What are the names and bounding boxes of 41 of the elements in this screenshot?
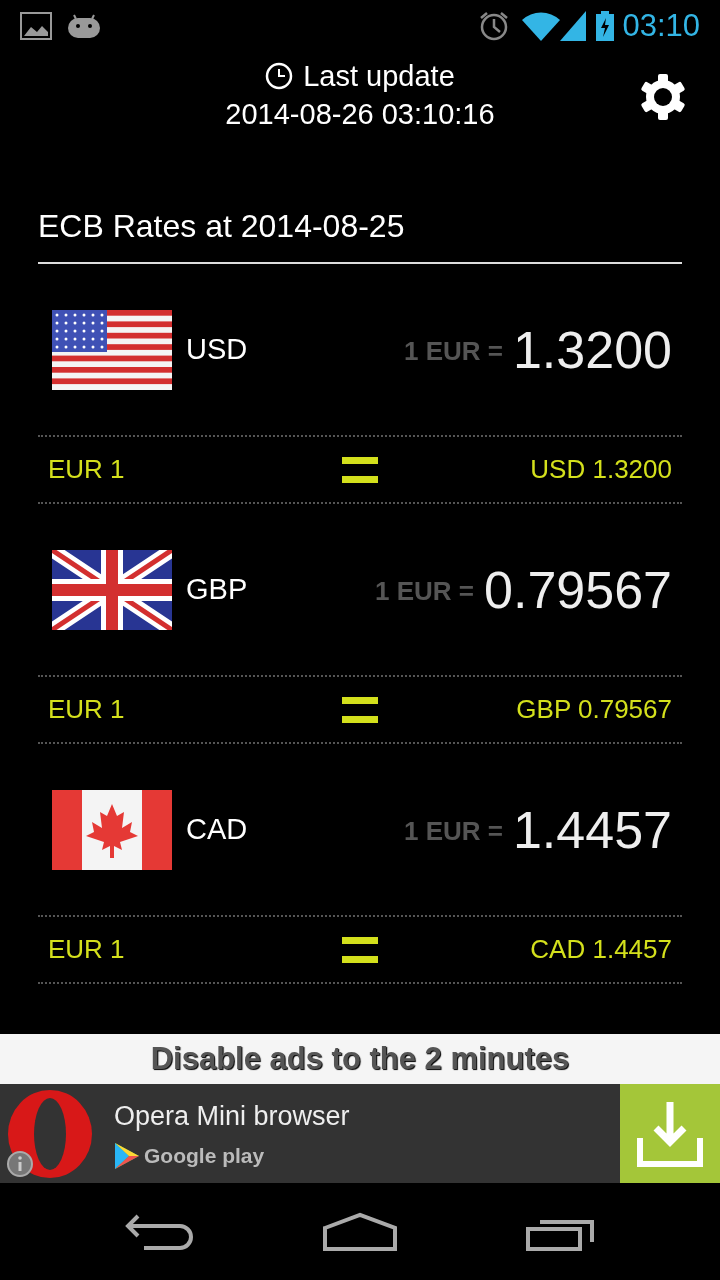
opera-logo-icon — [6, 1087, 94, 1180]
rate-prefix: 1 EUR = — [403, 335, 503, 368]
currency-code: USD — [186, 331, 248, 367]
equals-icon — [342, 456, 378, 483]
battery-charging-icon — [596, 11, 615, 41]
rate-prefix: 1 EUR = — [375, 575, 475, 608]
last-update-timestamp: 2014-08-26 03:10:16 — [225, 97, 495, 132]
play-store-icon — [114, 1141, 140, 1170]
currency-code: CAD — [186, 811, 248, 847]
home-icon[interactable] — [323, 1211, 397, 1252]
android-icon — [66, 12, 102, 40]
rate-prefix: 1 EUR = — [403, 815, 503, 848]
converted-amount: CAD 1.4457 — [530, 933, 672, 966]
ad-banner[interactable]: Opera Mini browser Google play — [0, 1084, 720, 1183]
last-update-label: Last update — [303, 59, 455, 94]
flag-icon — [52, 309, 172, 390]
flag-icon — [52, 549, 172, 630]
clock-icon — [265, 62, 294, 90]
equals-icon — [342, 936, 378, 963]
ad-title: Opera Mini browser — [114, 1099, 350, 1133]
section-title: ECB Rates at 2014-08-25 — [38, 208, 405, 244]
clock-time: 03:10 — [622, 6, 700, 45]
base-amount: EUR 1 — [48, 693, 126, 726]
download-icon — [636, 1099, 704, 1168]
currency-code: GBP — [186, 571, 248, 607]
base-amount: EUR 1 — [48, 453, 126, 486]
info-icon[interactable] — [6, 1150, 34, 1178]
image-notification-icon — [20, 12, 52, 40]
converted-amount: GBP 0.79567 — [516, 693, 672, 726]
equals-icon — [342, 696, 378, 723]
settings-icon[interactable] — [638, 72, 688, 122]
rate-value: 0.79567 — [484, 559, 672, 621]
rate-value: 1.3200 — [512, 319, 672, 381]
wifi-icon — [522, 11, 561, 41]
signal-icon — [560, 11, 587, 41]
store-label: Google play — [144, 1143, 265, 1169]
flag-icon — [52, 789, 172, 870]
base-amount: EUR 1 — [48, 933, 126, 966]
rate-value: 1.4457 — [512, 799, 672, 861]
converted-amount: USD 1.3200 — [530, 453, 672, 486]
ad-notice-text: Disable ads to the 2 minutes — [150, 1039, 570, 1078]
